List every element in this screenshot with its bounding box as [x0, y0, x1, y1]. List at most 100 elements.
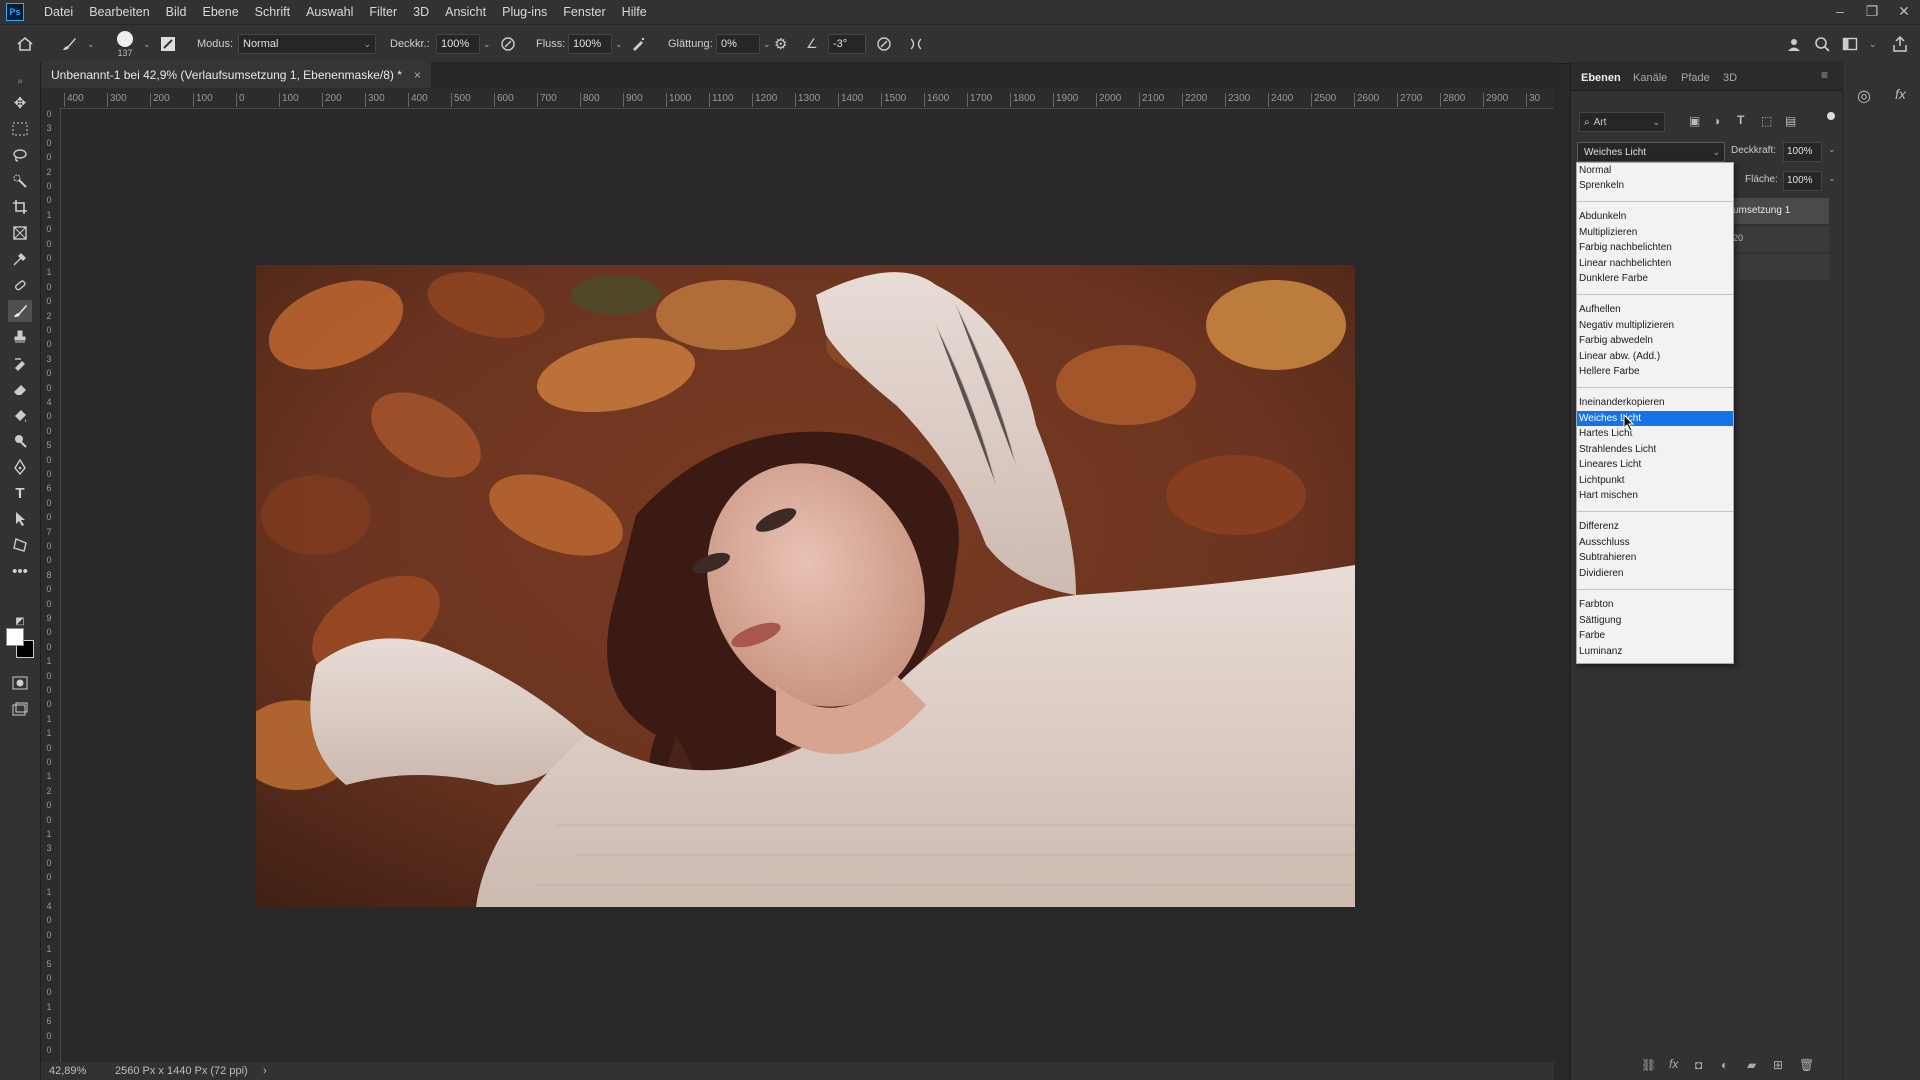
blend-option-hellere-farbe[interactable]: Hellere Farbe	[1577, 364, 1733, 379]
horizontal-ruler[interactable]: 400 300 200 100 0 100 200 300 400 500 600 700 800 900…	[60, 88, 1554, 109]
screen-mode-icon[interactable]	[8, 698, 32, 720]
smoothing-value[interactable]: 0%	[716, 34, 760, 54]
mode-select[interactable]: Normal ⌄	[238, 25, 376, 63]
blend-option-farbig-abwedeln[interactable]: Farbig abwedeln	[1577, 333, 1733, 348]
foreground-color-swatch[interactable]	[6, 628, 24, 646]
blend-option-dividieren[interactable]: Dividieren	[1577, 566, 1733, 581]
menu-ansicht[interactable]: Ansicht	[437, 0, 494, 24]
tool-preset-chevron-icon[interactable]: ⌄	[84, 25, 95, 63]
blend-option-sprenkeln[interactable]: Sprenkeln	[1577, 178, 1733, 193]
blend-mode-select[interactable]: Weiches Licht ⌄	[1577, 142, 1725, 162]
blend-option-strahlendes-licht[interactable]: Strahlendes Licht	[1577, 442, 1733, 457]
layer-fill-value[interactable]: 100%	[1783, 171, 1822, 191]
document-size-info[interactable]: 2560 Px x 1440 Px (72 ppi)	[115, 1065, 248, 1077]
close-tab-icon[interactable]: ×	[414, 68, 421, 82]
filter-type-icon[interactable]: T	[1737, 113, 1744, 127]
menu-3d[interactable]: 3D	[405, 0, 437, 24]
status-menu-arrow-icon[interactable]: ›	[263, 1065, 267, 1077]
menu-filter[interactable]: Filter	[361, 0, 405, 24]
blend-option-negativ-multiplizieren[interactable]: Negativ multiplizieren	[1577, 318, 1733, 333]
user-share-icon[interactable]	[1786, 25, 1808, 63]
share-icon[interactable]	[1892, 25, 1914, 63]
brush-settings-panel-icon[interactable]	[160, 25, 182, 63]
symmetry-icon[interactable]	[908, 25, 930, 63]
quick-selection-tool-icon[interactable]	[8, 170, 32, 192]
add-mask-icon[interactable]: ◘	[1695, 1058, 1702, 1072]
vertical-ruler[interactable]: 0 3 0 0 2 0 0 1 0 0 0 1 0 0 2 0 0 3 0 0 4 0 0 5 0 0 6 0 0 7 0 0 8 0 0 9 0 0 1 0…	[41, 108, 61, 1062]
pressure-opacity-icon[interactable]	[500, 25, 522, 63]
blend-option-aufhellen[interactable]: Aufhellen	[1577, 302, 1733, 317]
menu-auswahl[interactable]: Auswahl	[298, 0, 361, 24]
move-tool-icon[interactable]: ✥	[8, 92, 32, 114]
layer-fill-chevron-icon[interactable]: ⌄	[1828, 173, 1836, 184]
restore-icon[interactable]: ❐	[1856, 0, 1888, 24]
airbrush-icon[interactable]	[630, 25, 652, 63]
flow-field[interactable]: 100% ⌄	[568, 25, 623, 63]
folder-icon[interactable]: ▰	[1747, 1058, 1756, 1072]
tab-pfade[interactable]: Pfade	[1681, 72, 1710, 84]
blend-option-ausschluss[interactable]: Ausschluss	[1577, 535, 1733, 550]
shape-tool-icon[interactable]	[8, 534, 32, 556]
lasso-tool-icon[interactable]	[8, 144, 32, 166]
blend-option-abdunkeln[interactable]: Abdunkeln	[1577, 209, 1733, 224]
color-wheel-icon[interactable]: ◎	[1857, 86, 1871, 106]
tab-kanaele[interactable]: Kanäle	[1633, 72, 1667, 84]
tab-3d[interactable]: 3D	[1723, 72, 1737, 84]
link-layers-icon[interactable]: ⛓	[1641, 1058, 1656, 1072]
blend-option-farbton[interactable]: Farbton	[1577, 597, 1733, 612]
zoom-level[interactable]: 42,89%	[49, 1065, 86, 1077]
fx-icon[interactable]: fx	[1669, 1057, 1678, 1071]
trash-icon[interactable]: 🗑	[1799, 1058, 1814, 1072]
filter-shape-icon[interactable]: ⬚	[1761, 114, 1772, 128]
document-tab[interactable]: Unbenannt-1 bei 42,9% (Verlaufsumsetzung…	[41, 62, 431, 88]
quick-mask-icon[interactable]	[8, 672, 32, 694]
home-icon[interactable]	[16, 25, 40, 63]
menu-bild[interactable]: Bild	[158, 0, 195, 24]
pressure-size-icon[interactable]	[876, 25, 898, 63]
history-brush-tool-icon[interactable]	[8, 352, 32, 374]
brush-size-chevron-icon[interactable]: ⌄	[140, 25, 151, 63]
eyedropper-tool-icon[interactable]	[8, 248, 32, 270]
smoothing-chevron-icon[interactable]: ⌄	[763, 39, 771, 50]
blend-option-linear-nachbelichten[interactable]: Linear nachbelichten	[1577, 256, 1733, 271]
blend-option-differenz[interactable]: Differenz	[1577, 519, 1733, 534]
angle-field[interactable]: -3°	[828, 25, 866, 63]
flow-value[interactable]: 100%	[568, 34, 612, 54]
filter-toggle-icon[interactable]	[1827, 112, 1835, 120]
menu-schrift[interactable]: Schrift	[247, 0, 298, 24]
layer-opacity-chevron-icon[interactable]: ⌄	[1828, 144, 1836, 155]
blend-option-farbe[interactable]: Farbe	[1577, 628, 1733, 643]
crop-tool-icon[interactable]	[8, 196, 32, 218]
menu-fenster[interactable]: Fenster	[555, 0, 613, 24]
gradient-tool-icon[interactable]	[8, 404, 32, 426]
photoshop-logo-icon[interactable]: Ps	[6, 3, 24, 21]
blend-option-saettigung[interactable]: Sättigung	[1577, 613, 1733, 628]
document-image[interactable]	[256, 265, 1355, 907]
menu-datei[interactable]: Datei	[36, 0, 81, 24]
blend-option-linear-abwedeln[interactable]: Linear abw. (Add.)	[1577, 349, 1733, 364]
opacity-value[interactable]: 100%	[436, 34, 480, 54]
layer-filter-select[interactable]: ⌕ Art ⌄	[1579, 112, 1665, 132]
minimize-icon[interactable]: –	[1824, 0, 1856, 24]
workspace-icon[interactable]	[1842, 25, 1864, 63]
fx-panel-icon[interactable]: fx	[1895, 86, 1906, 102]
blend-option-ineinanderkopieren[interactable]: Ineinanderkopieren	[1577, 395, 1733, 410]
menu-hilfe[interactable]: Hilfe	[614, 0, 655, 24]
healing-brush-tool-icon[interactable]	[8, 274, 32, 296]
tab-ebenen[interactable]: Ebenen	[1581, 72, 1621, 84]
brush-tool-preset-icon[interactable]	[60, 25, 82, 63]
toolbar-collapse-icon[interactable]: »	[8, 70, 32, 92]
menu-bearbeiten[interactable]: Bearbeiten	[81, 0, 157, 24]
brush-tool-icon[interactable]	[8, 300, 32, 322]
search-icon[interactable]	[1814, 25, 1836, 63]
dodge-tool-icon[interactable]	[8, 430, 32, 452]
path-selection-tool-icon[interactable]	[8, 508, 32, 530]
angle-value[interactable]: -3°	[828, 34, 866, 54]
menu-plugins[interactable]: Plug-ins	[494, 0, 555, 24]
brush-size-picker[interactable]: 137	[112, 25, 138, 63]
blend-option-lichtpunkt[interactable]: Lichtpunkt	[1577, 473, 1733, 488]
filter-pixel-icon[interactable]: ▣	[1689, 114, 1700, 128]
opacity-field[interactable]: 100% ⌄	[436, 25, 491, 63]
pen-tool-icon[interactable]	[8, 456, 32, 478]
flow-chevron-icon[interactable]: ⌄	[615, 39, 623, 50]
